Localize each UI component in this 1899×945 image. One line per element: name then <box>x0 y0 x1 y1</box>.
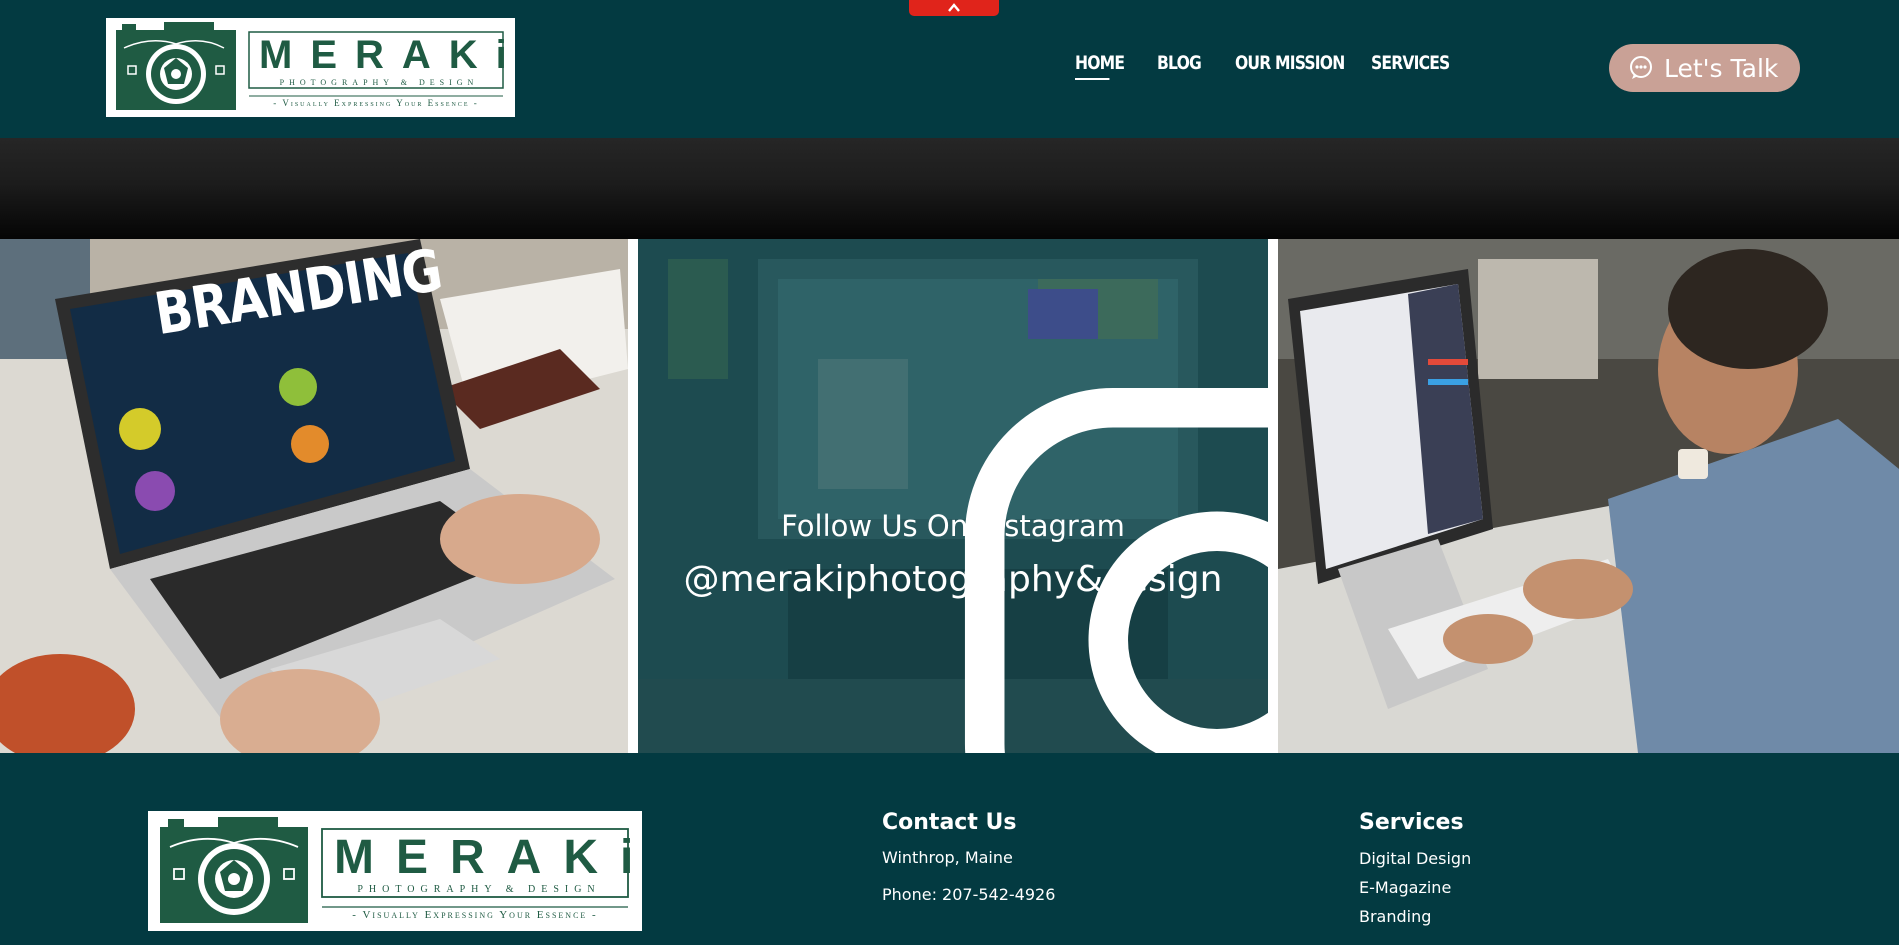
service-link-digital-design[interactable]: Digital Design <box>1359 849 1471 868</box>
top-tab[interactable] <box>909 0 999 16</box>
main-nav: HOME BLOG OUR MISSION SERVICES <box>1075 52 1450 80</box>
instagram-handle-link[interactable]: @merakiphotography&design <box>638 559 1268 600</box>
nav-blog[interactable]: BLOG <box>1157 52 1202 80</box>
logo-tagline-top: PHOTOGRAPHY & DESIGN <box>279 78 479 87</box>
logo-wordmark: MERAKi <box>259 33 525 77</box>
nav-home[interactable]: HOME <box>1075 52 1125 80</box>
hero-dark-band <box>0 138 1899 239</box>
instagram-overlay: Follow Us On Instagram @merakiphotograph… <box>638 239 1268 753</box>
image-gallery: BRANDING Follow Us On Instagram @merakip… <box>0 239 1899 753</box>
footer-logo-tagline-top: PHOTOGRAPHY & DESIGN <box>357 884 601 895</box>
chat-bubble-icon <box>1630 56 1652 79</box>
nav-our-mission[interactable]: OUR MISSION <box>1235 52 1345 80</box>
page: MERAKi PHOTOGRAPHY & DESIGN - Visually E… <box>0 0 1899 945</box>
lets-talk-label: Let's Talk <box>1664 53 1779 83</box>
instagram-tile[interactable]: Follow Us On Instagram @merakiphotograph… <box>638 239 1268 753</box>
header-logo[interactable]: MERAKi PHOTOGRAPHY & DESIGN - Visually E… <box>106 18 515 117</box>
nav-services[interactable]: SERVICES <box>1371 52 1450 80</box>
lets-talk-button[interactable]: Let's Talk <box>1609 44 1800 92</box>
chevron-up-icon <box>948 3 960 12</box>
footer-logo[interactable]: MERAKi PHOTOGRAPHY & DESIGN - Visually E… <box>148 811 642 931</box>
footer-logo-wordmark: MERAKi <box>334 831 656 884</box>
designer-at-computer-image[interactable] <box>1278 239 1899 753</box>
contact-location: Winthrop, Maine <box>882 848 1013 867</box>
designer-illustration <box>1278 239 1899 753</box>
logo-tagline-bottom: - Visually Expressing Your Essence - <box>273 98 479 108</box>
footer-logo-tagline-bottom: - Visually Expressing Your Essence - <box>352 909 598 921</box>
service-link-e-magazine[interactable]: E-Magazine <box>1359 878 1471 897</box>
services-heading: Services <box>1359 810 1464 835</box>
service-link-branding[interactable]: Branding <box>1359 907 1471 926</box>
footer-services: Services Digital Design E-Magazine Brand… <box>1359 810 1471 926</box>
site-header: MERAKi PHOTOGRAPHY & DESIGN - Visually E… <box>0 0 1899 138</box>
instagram-follow-text: Follow Us On Instagram <box>781 509 1125 543</box>
contact-phone[interactable]: Phone: 207-542-4926 <box>882 885 1055 904</box>
footer-contact: Contact Us Winthrop, Maine Phone: 207-54… <box>882 810 1055 904</box>
contact-heading: Contact Us <box>882 810 1017 835</box>
branding-laptop-image[interactable]: BRANDING <box>0 239 628 753</box>
